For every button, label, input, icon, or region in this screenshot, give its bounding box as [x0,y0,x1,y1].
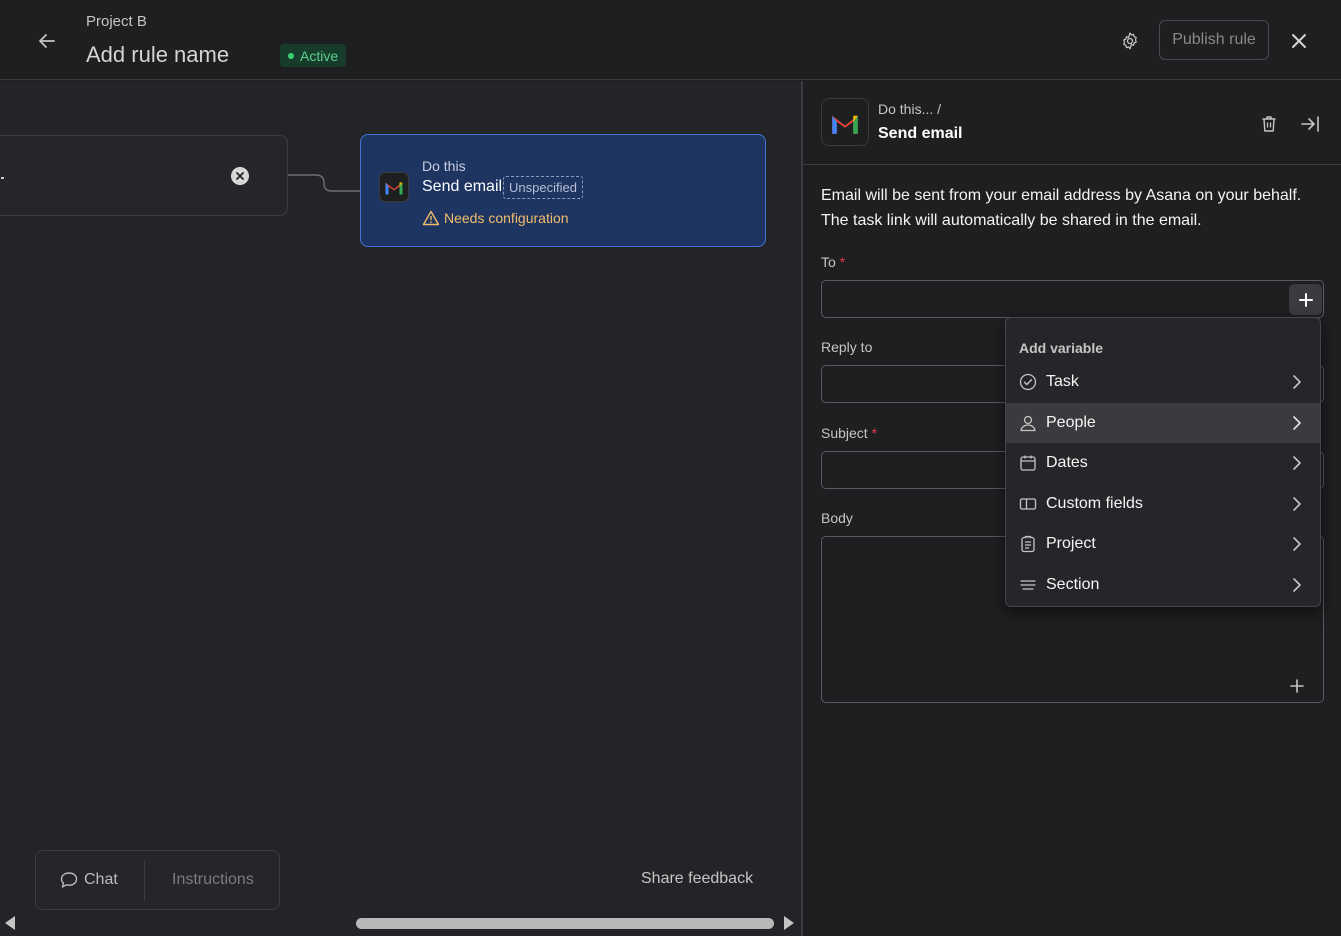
trash-icon [1262,116,1276,132]
workflow-canvas[interactable]: Do this Send email Unspecified Needs con… [0,81,801,936]
panel-header: Do this... / Send email [803,81,1341,165]
horizontal-scrollbar-thumb[interactable] [356,918,774,929]
chevron-right-icon [1289,577,1305,593]
panel-title: Send email [878,125,963,142]
collapse-panel-button[interactable] [1298,112,1322,136]
menu-item-section[interactable]: Section [1006,565,1320,605]
speech-bubble-icon [60,872,78,888]
divider [144,861,145,901]
custom-field-icon [1018,494,1038,514]
delete-action-button[interactable] [1257,112,1281,136]
calendar-icon [1018,453,1038,473]
chevron-right-icon [1289,496,1305,512]
menu-item-label: Project [1046,535,1096,552]
required-marker: * [839,254,846,270]
add-variable-button[interactable] [1289,284,1322,315]
add-variable-menu: Add variable Task People Dates Custom fi… [1005,317,1321,607]
menu-heading: Add variable [1019,340,1104,356]
back-button[interactable] [32,26,62,56]
menu-item-task[interactable]: Task [1006,362,1320,402]
trigger-card[interactable] [0,135,288,216]
menu-item-project[interactable]: Project [1006,524,1320,564]
to-label: To * [821,254,845,270]
connector-line [288,174,360,192]
gmail-icon [379,172,409,202]
to-field[interactable] [821,280,1324,318]
close-icon [1292,34,1306,48]
chat-label: Chat [84,871,118,888]
menu-item-label: Custom fields [1046,495,1143,512]
remove-trigger-button[interactable] [231,167,249,185]
x-icon [236,172,244,180]
breadcrumb[interactable]: Do this... / [878,101,941,117]
menu-item-label: Section [1046,576,1100,593]
settings-button[interactable] [1116,27,1144,55]
arrow-left-icon [39,34,55,48]
chevron-right-icon [1289,455,1305,471]
subject-label: Subject * [821,425,877,441]
trigger-text [1,177,4,179]
section-icon [1018,575,1038,595]
status-badge: Active [280,44,347,67]
chevron-right-icon [1289,536,1305,552]
close-button[interactable] [1285,27,1313,55]
needs-configuration-warning: Needs configuration [422,210,569,226]
gear-icon [1123,32,1137,50]
person-icon [1018,413,1038,433]
menu-item-people[interactable]: People [1006,403,1320,443]
instructions-button[interactable]: Instructions [172,871,254,889]
status-dot-icon [288,52,294,59]
rule-editor-header: Project B Add rule name Active Publish r… [0,0,1341,80]
panel-description: Email will be sent from your email addre… [821,187,1302,229]
plus-icon [1298,292,1313,307]
chat-button[interactable]: Chat [60,871,118,889]
unspecified-chip[interactable]: Unspecified [503,176,583,199]
warning-icon [422,210,440,226]
action-label: Do this [422,158,466,174]
menu-item-label: People [1046,414,1096,431]
check-circle-icon [1018,372,1038,392]
menu-item-label: Dates [1046,454,1088,471]
menu-item-custom-fields[interactable]: Custom fields [1006,484,1320,524]
share-feedback-link[interactable]: Share feedback [641,870,753,888]
project-name[interactable]: Project B [86,13,147,30]
publish-rule-button[interactable]: Publish rule [1159,20,1269,60]
to-label-text: To [821,254,836,270]
scroll-left-arrow[interactable] [5,916,15,930]
body-add-variable-button[interactable] [1287,676,1307,696]
menu-item-dates[interactable]: Dates [1006,443,1320,483]
body-label: Body [821,510,853,526]
scroll-right-arrow[interactable] [784,916,794,930]
clipboard-icon [1018,534,1038,554]
chat-bar: Chat Instructions [35,850,280,910]
action-card-send-email[interactable]: Do this Send email Unspecified Needs con… [360,134,766,247]
plus-icon [1290,679,1304,693]
action-title: Send email [422,178,503,195]
collapse-right-icon [1301,116,1319,132]
warning-text: Needs configuration [444,210,569,226]
menu-item-label: Task [1046,373,1079,390]
rule-name-input[interactable]: Add rule name [86,42,229,68]
chevron-right-icon [1289,374,1305,390]
reply-to-label: Reply to [821,339,873,355]
required-marker: * [871,425,878,441]
chevron-right-icon [1289,415,1305,431]
status-label: Active [300,47,339,64]
subject-label-text: Subject [821,425,868,441]
gmail-icon [821,98,869,146]
